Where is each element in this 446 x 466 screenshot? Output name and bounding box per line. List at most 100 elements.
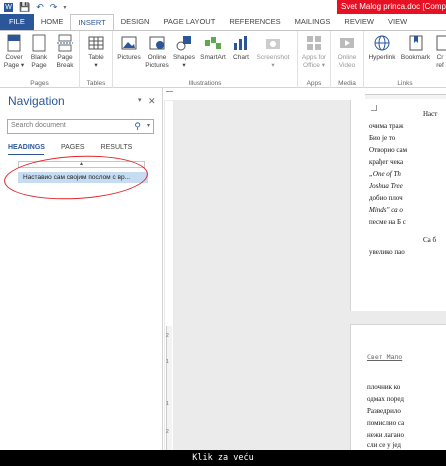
save-icon[interactable]: 💾	[19, 2, 30, 13]
group-label-apps: Apps	[306, 80, 322, 87]
window-title: Svet Malog princa.doc [Compatib	[337, 0, 446, 14]
redo-icon[interactable]: ↷	[50, 2, 58, 13]
smartart-button[interactable]: SmartArt	[198, 34, 228, 62]
page-line: помислио са	[367, 419, 405, 427]
tab-page-layout[interactable]: PAGE LAYOUT	[156, 14, 222, 30]
page-break-button[interactable]: Page Break	[53, 34, 77, 70]
customize-qat-icon[interactable]: ▾	[63, 4, 66, 11]
page-line: увелико пао	[369, 248, 405, 256]
horizontal-ruler[interactable]	[165, 92, 446, 100]
group-label-links: Links	[397, 80, 413, 87]
page-line: Отворио сам	[369, 146, 408, 154]
tab-file[interactable]: FILE	[0, 14, 34, 30]
search-document-input[interactable]: Search document ⚲ ▾	[7, 119, 154, 134]
ruler-track	[365, 94, 446, 99]
tab-references[interactable]: REFERENCES	[222, 14, 287, 30]
apps-for-office-button[interactable]: Apps for Office ▾	[298, 34, 330, 70]
tab-view[interactable]: VIEW	[381, 14, 414, 30]
shapes-button[interactable]: Shapes ▾	[172, 34, 196, 70]
pictures-icon	[121, 36, 137, 50]
page-line: „One of Th	[369, 170, 401, 178]
title-bar: W 💾 ↶ ↷ ▾ Svet Malog princa.doc [Compati…	[0, 0, 446, 14]
hyperlink-button[interactable]: Hyperlink	[366, 34, 398, 62]
group-tables: Table ▾ Tables	[80, 31, 113, 88]
smartart-icon	[205, 37, 221, 49]
page-header: Свет Мало	[367, 353, 403, 361]
group-apps: Apps for Office ▾ Apps	[298, 31, 331, 88]
active-tab-underline	[8, 154, 44, 155]
online-video-button[interactable]: Online Video	[333, 34, 361, 70]
page-line: Joshua Tree	[369, 182, 403, 190]
pane-options-icon[interactable]: ▾	[138, 96, 142, 104]
tab-results[interactable]: RESULTS	[101, 144, 133, 151]
vertical-ruler[interactable]: 2 1 1 2	[165, 101, 173, 450]
table-icon	[88, 36, 104, 50]
chart-icon	[234, 36, 247, 50]
tab-headings[interactable]: HEADINGS	[8, 144, 45, 151]
page-line: крађег чека	[369, 158, 404, 166]
navigation-pane: Navigation ▾ ✕ Search document ⚲ ▾ HEADI…	[0, 88, 163, 450]
tab-mailings[interactable]: MAILINGS	[288, 14, 338, 30]
close-icon[interactable]: ✕	[148, 96, 156, 107]
online-pictures-icon	[149, 36, 165, 50]
page-line: Са б	[423, 236, 437, 244]
online-pictures-button[interactable]: Online Pictures	[144, 34, 170, 70]
red-annotation-ellipse	[2, 152, 150, 203]
navigation-tabs: HEADINGS PAGES RESULTS	[8, 144, 132, 151]
page-line: нежи лагано	[367, 431, 405, 439]
chart-button[interactable]: Chart	[230, 34, 252, 62]
tab-home[interactable]: HOME	[34, 14, 71, 30]
page-line: одмах поред	[367, 395, 404, 403]
group-label-pages: Pages	[30, 80, 49, 87]
cover-page-icon	[7, 34, 21, 52]
hyperlink-icon	[374, 35, 390, 51]
margin-mark	[371, 105, 377, 111]
group-links: Hyperlink Bookmark Cr ref Links	[364, 31, 446, 88]
navigation-title: Navigation	[8, 94, 65, 108]
group-label-illustrations: Illustrations	[188, 80, 222, 87]
ribbon-tabs: FILE HOME INSERT DESIGN PAGE LAYOUT REFE…	[0, 14, 446, 30]
search-icon[interactable]: ⚲	[134, 121, 141, 132]
image-caption-link[interactable]: Klik za veću	[0, 450, 446, 466]
page-line: очима траж	[369, 122, 404, 130]
cross-reference-icon	[436, 35, 446, 51]
screenshot-button[interactable]: Screenshot ▾	[253, 34, 293, 70]
shapes-icon	[176, 36, 191, 51]
page-line: Разведрило	[367, 407, 401, 415]
apps-icon	[307, 36, 321, 50]
page-line: плочник ко	[367, 383, 401, 391]
word-icon[interactable]: W	[4, 2, 13, 12]
tab-design[interactable]: DESIGN	[114, 14, 157, 30]
table-button[interactable]: Table ▾	[85, 34, 107, 70]
cover-page-button[interactable]: Cover Page ▾	[3, 34, 25, 70]
screenshot-icon	[266, 39, 280, 49]
document-page-1[interactable]: Наст очима траж Био је то Отворио сам кр…	[350, 100, 446, 311]
page-line: Наст	[423, 110, 438, 118]
pictures-button[interactable]: Pictures	[116, 34, 142, 62]
bookmark-icon	[409, 35, 422, 51]
quick-access-toolbar: W 💾 ↶ ↷ ▾	[4, 1, 66, 13]
group-media: Online Video Media	[331, 31, 364, 88]
tab-pages[interactable]: PAGES	[61, 144, 85, 151]
cross-reference-button[interactable]: Cr ref	[434, 34, 446, 70]
page-break-icon	[57, 34, 73, 52]
group-label-tables: Tables	[86, 80, 106, 87]
group-pages: Cover Page ▾ Blank Page Page Break Pages	[0, 31, 80, 88]
tab-review[interactable]: REVIEW	[337, 14, 381, 30]
bookmark-button[interactable]: Bookmark	[399, 34, 432, 62]
undo-icon[interactable]: ↶	[36, 2, 44, 13]
page-line: добио плоч	[369, 194, 403, 202]
blank-page-button[interactable]: Blank Page	[28, 34, 50, 70]
ribbon: Cover Page ▾ Blank Page Page Break Pages…	[0, 30, 446, 88]
search-options-icon[interactable]: ▾	[147, 122, 150, 129]
online-video-icon	[340, 38, 354, 48]
group-illustrations: Pictures Online Pictures Shapes ▾ SmartA…	[113, 31, 298, 88]
page-line: Minds" са о	[369, 206, 403, 214]
page-line: песме на Б с	[369, 218, 406, 226]
page-line: сли се у јед	[367, 441, 401, 449]
tab-insert[interactable]: INSERT	[70, 14, 114, 30]
search-placeholder: Search document	[11, 122, 66, 129]
document-page-2[interactable]: Свет Мало плочник ко одмах поред Разведр…	[350, 324, 446, 450]
group-label-media: Media	[338, 80, 356, 87]
page-line: Био је то	[369, 134, 396, 142]
